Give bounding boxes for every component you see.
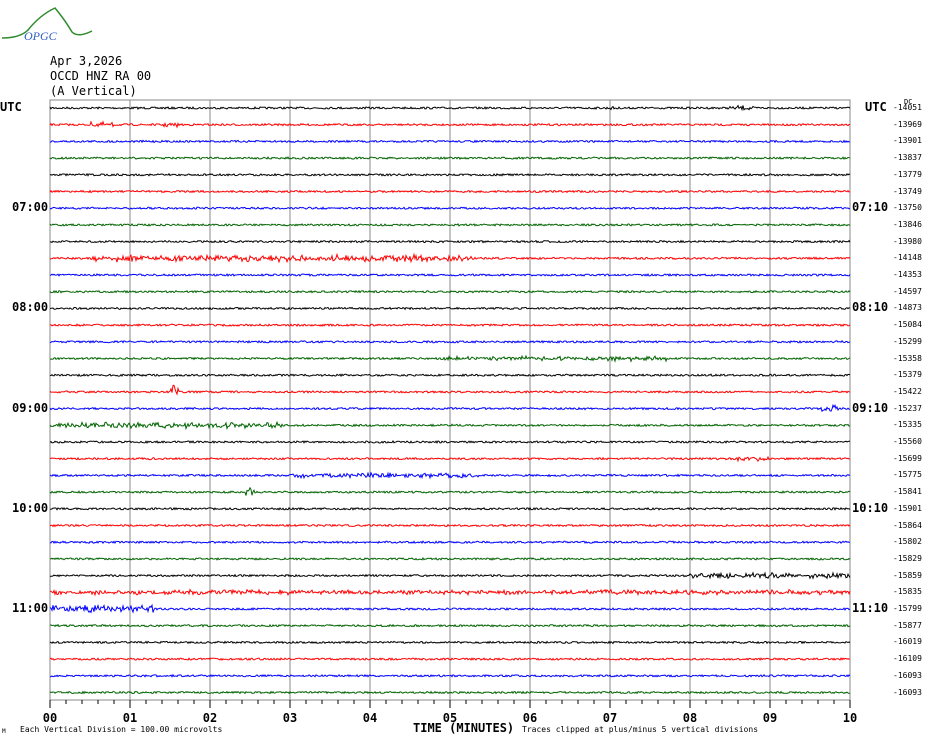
x-tick-label: 07: [603, 711, 617, 725]
dc-offset-label: -14353: [893, 270, 922, 279]
dc-offset-label: -14051: [893, 103, 922, 112]
helicorder-plot: OPGC: [0, 0, 930, 744]
x-tick-label: 10: [843, 711, 857, 725]
right-time-label: 11:10: [852, 601, 888, 615]
x-tick-label: 06: [523, 711, 537, 725]
right-time-label: 10:10: [852, 501, 888, 515]
dc-offset-label: -13969: [893, 120, 922, 129]
left-time-label: 11:00: [12, 601, 48, 615]
svg-text:OPGC: OPGC: [24, 29, 58, 43]
dc-offset-label: -15699: [893, 454, 922, 463]
left-utc-label: UTC: [0, 100, 22, 114]
x-tick-label: 02: [203, 711, 217, 725]
dc-offset-label: -15841: [893, 487, 922, 496]
x-tick-label: 09: [763, 711, 777, 725]
dc-offset-label: -16019: [893, 637, 922, 646]
dc-offset-label: -13980: [893, 237, 922, 246]
dc-offset-label: -15799: [893, 604, 922, 613]
logo: OPGC: [2, 8, 92, 43]
right-utc-label: UTC: [865, 100, 887, 114]
dc-offset-label: -13749: [893, 187, 922, 196]
dc-offset-label: -16093: [893, 688, 922, 697]
dc-offset-label: -15775: [893, 470, 922, 479]
clip-note: Traces clipped at plus/minus 5 vertical …: [522, 725, 758, 734]
date-label: Apr 3,2026: [50, 54, 122, 68]
dc-offset-label: -13846: [893, 220, 922, 229]
station-label: OCCD HNZ RA 00: [50, 69, 151, 83]
dc-offset-label: -15358: [893, 354, 922, 363]
dc-offset-label: -16093: [893, 671, 922, 680]
x-tick-label: 01: [123, 711, 137, 725]
right-time-label: 09:10: [852, 401, 888, 415]
dc-offset-label: -15835: [893, 587, 922, 596]
x-axis-title: TIME (MINUTES): [413, 721, 514, 735]
right-time-label: 08:10: [852, 300, 888, 314]
left-time-label: 09:00: [12, 401, 48, 415]
left-time-label: 08:00: [12, 300, 48, 314]
dc-offset-label: -14597: [893, 287, 922, 296]
x-tick-label: 04: [363, 711, 377, 725]
dc-offset-label: -15084: [893, 320, 922, 329]
dc-offset-label: -15299: [893, 337, 922, 346]
dc-offset-label: -14148: [893, 253, 922, 262]
dc-offset-label: -14873: [893, 303, 922, 312]
dc-offset-label: -15335: [893, 420, 922, 429]
x-tick-label: 08: [683, 711, 697, 725]
right-time-label: 07:10: [852, 200, 888, 214]
left-time-label: 07:00: [12, 200, 48, 214]
dc-offset-label: -15864: [893, 521, 922, 530]
scale-note: Each Vertical Division = 100.00 microvol…: [20, 725, 222, 734]
footer-mark: M: [2, 728, 6, 735]
x-tick-label: 03: [283, 711, 297, 725]
dc-offset-label: -15859: [893, 571, 922, 580]
dc-offset-label: -13901: [893, 136, 922, 145]
dc-offset-label: -15829: [893, 554, 922, 563]
dc-offset-label: -13750: [893, 203, 922, 212]
dc-offset-label: -15379: [893, 370, 922, 379]
component-label: (A Vertical): [50, 84, 137, 98]
left-time-label: 10:00: [12, 501, 48, 515]
dc-offset-label: -13779: [893, 170, 922, 179]
dc-offset-label: -15901: [893, 504, 922, 513]
dc-offset-label: -15877: [893, 621, 922, 630]
dc-offset-label: -15560: [893, 437, 922, 446]
dc-offset-label: -15237: [893, 404, 922, 413]
dc-offset-label: -13837: [893, 153, 922, 162]
dc-offset-label: -15802: [893, 537, 922, 546]
dc-offset-label: -16109: [893, 654, 922, 663]
x-tick-label: 00: [43, 711, 57, 725]
dc-offset-label: -15422: [893, 387, 922, 396]
